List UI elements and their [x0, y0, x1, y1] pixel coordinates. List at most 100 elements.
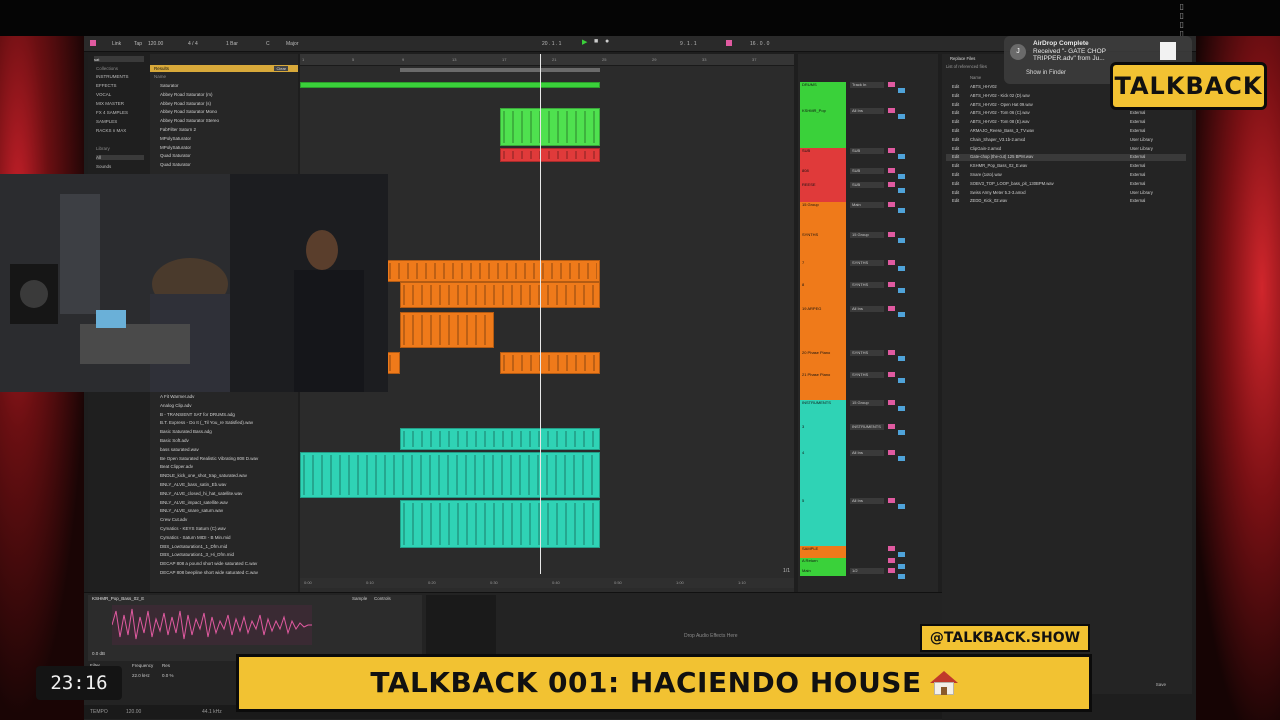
result-item[interactable]: Analog Clip.adv [160, 403, 192, 408]
tempo-field[interactable]: 120.00 [148, 41, 163, 47]
track-routing[interactable]: All Ins [850, 108, 884, 114]
track-routing[interactable]: SUB [850, 168, 884, 174]
track-volume[interactable] [898, 114, 905, 119]
res-value[interactable]: 0.0 % [162, 673, 174, 678]
track-volume[interactable] [898, 238, 905, 243]
track-activator[interactable] [888, 400, 895, 405]
file-edit-button[interactable]: Edit [952, 128, 959, 133]
collection-item[interactable]: MIX MASTER [96, 101, 124, 106]
position-field[interactable]: 20 . 1 . 1 [542, 41, 561, 47]
clear-button[interactable]: Clear [274, 66, 288, 71]
loop-start-field[interactable]: 9 . 1 . 1 [680, 41, 697, 47]
loop-length-field[interactable]: 16 . 0 . 0 [750, 41, 769, 47]
result-item[interactable]: BNLY_ALVE_closed_hi_hat_satellite.wav [160, 491, 242, 496]
record-arm-icon[interactable] [90, 40, 96, 46]
track-volume[interactable] [898, 356, 905, 361]
track-activator[interactable] [888, 450, 895, 455]
track-routing[interactable]: 15 Group [850, 232, 884, 238]
collection-item[interactable]: SAMPLES [96, 119, 117, 124]
track-header[interactable]: DRUMS [800, 82, 846, 108]
track-activator[interactable] [888, 424, 895, 429]
track-volume[interactable] [898, 266, 905, 271]
record-icon[interactable]: ● [605, 38, 609, 45]
result-item[interactable]: DBS_LowSaturation1_1_Dfm.mid [160, 544, 227, 549]
file-row[interactable]: Edit ClipGain-2.amxd User Library [946, 146, 1186, 153]
drum-clip[interactable] [300, 82, 600, 88]
result-item[interactable]: BNLY_ALVE_impact_satellite.wav [160, 500, 228, 505]
track-volume[interactable] [898, 574, 905, 579]
playhead[interactable] [540, 54, 541, 574]
show-in-finder-button[interactable]: Show in Finder [1026, 70, 1066, 76]
track-header[interactable]: REESE [800, 182, 846, 202]
arpeg-clip[interactable] [400, 312, 494, 348]
bar-ruler[interactable]: 1 5 9 13 17 21 25 29 33 37 [300, 54, 794, 66]
track-routing[interactable]: All Ins [850, 450, 884, 456]
track-header[interactable]: KSHMR_Pop [800, 108, 846, 148]
track-volume[interactable] [898, 504, 905, 509]
file-edit-button[interactable]: Edit [952, 146, 959, 151]
phase-piano-clip[interactable] [500, 352, 600, 374]
collection-item[interactable]: FX 4 SAMPLES [96, 110, 128, 115]
track-header[interactable]: SUB [800, 148, 846, 168]
file-edit-button[interactable]: Edit [952, 181, 959, 186]
track-header[interactable]: 5 [800, 498, 846, 546]
track-activator[interactable] [888, 202, 895, 207]
file-edit-button[interactable]: Edit [952, 84, 959, 89]
collection-item[interactable]: RACKS n MAX [96, 128, 126, 133]
track-routing[interactable]: 1/2 [850, 568, 884, 574]
result-item[interactable]: Cymatics - Saturn MIDI - B Min.mid [160, 535, 231, 540]
track-routing[interactable]: SUB [850, 148, 884, 154]
eq-device[interactable] [426, 595, 496, 661]
track-routing[interactable]: Track In [850, 82, 884, 88]
track-volume[interactable] [898, 456, 905, 461]
track-routing[interactable]: All Ins [850, 306, 884, 312]
result-item[interactable]: BNLY_ALVE_bass_satin_Eb.wav [160, 482, 226, 487]
track-header[interactable]: 15 Group [800, 202, 846, 232]
file-edit-button[interactable]: Edit [952, 137, 959, 142]
gain-value[interactable]: 0.0 dB [92, 651, 105, 656]
result-item[interactable]: FabFilter Saturn 2 [160, 127, 196, 132]
track-activator[interactable] [888, 282, 895, 287]
result-item[interactable]: Quad Saturator [160, 153, 191, 158]
result-item[interactable]: Cymatics - KEYS Saturn (C).wav [160, 526, 226, 531]
track-activator[interactable] [888, 498, 895, 503]
track-routing[interactable]: SUB [850, 182, 884, 188]
track-volume[interactable] [898, 88, 905, 93]
tab-sample[interactable]: Sample [352, 596, 367, 601]
file-edit-button[interactable]: Edit [952, 102, 959, 107]
track-activator[interactable] [888, 108, 895, 113]
waveform-display[interactable] [111, 605, 312, 645]
track-header[interactable]: 4 [800, 450, 846, 498]
quantize-select[interactable]: 1 Bar [226, 41, 238, 47]
phase-piano-clip[interactable] [386, 352, 400, 374]
result-item[interactable]: Abbey Road Saturator (m) [160, 92, 213, 97]
result-item[interactable]: DECAP 808 beepline short wide saturated … [160, 570, 258, 575]
file-row[interactable]: Edit ABTS_HHV02 - Tom 08 (E).wav External [946, 119, 1186, 126]
result-item[interactable]: Basic Saturated Bass.adg [160, 429, 212, 434]
result-item[interactable]: Abbey Road Saturator Stereo [160, 118, 219, 123]
file-name-header[interactable]: Name [970, 75, 981, 80]
play-icon[interactable]: ▶ [582, 38, 587, 46]
track-header[interactable]: 21 Phase Piano [800, 372, 846, 400]
drop-effects-zone[interactable]: Drop Audio Effects Here [684, 633, 738, 639]
instrument-clip[interactable] [400, 500, 600, 548]
result-item[interactable]: Basic Soft.adv [160, 438, 189, 443]
track-volume[interactable] [898, 154, 905, 159]
track-volume[interactable] [898, 288, 905, 293]
track-header[interactable]: SAMPLE [800, 546, 846, 558]
save-button[interactable]: Save [1156, 682, 1166, 687]
frequency-value[interactable]: 22.0 kHz [132, 673, 150, 678]
instrument-clip[interactable] [400, 428, 600, 450]
file-row[interactable]: Edit ZEDD_Kick_02.wav External [946, 198, 1186, 205]
loop-brace[interactable] [400, 68, 600, 72]
result-item[interactable]: Be Open Saturated Realistic Vibrating 80… [160, 456, 258, 461]
track-header[interactable]: 20 Phase Piano [800, 350, 846, 372]
synth-clip[interactable] [400, 282, 600, 308]
track-header[interactable]: A Return [800, 558, 846, 568]
track-activator[interactable] [888, 232, 895, 237]
track-routing[interactable]: INSTRUMENTS [850, 424, 884, 430]
file-edit-button[interactable]: Edit [952, 198, 959, 203]
name-column-header[interactable]: Name [154, 74, 166, 79]
track-header[interactable]: 7 [800, 260, 846, 282]
track-activator[interactable] [888, 546, 895, 551]
